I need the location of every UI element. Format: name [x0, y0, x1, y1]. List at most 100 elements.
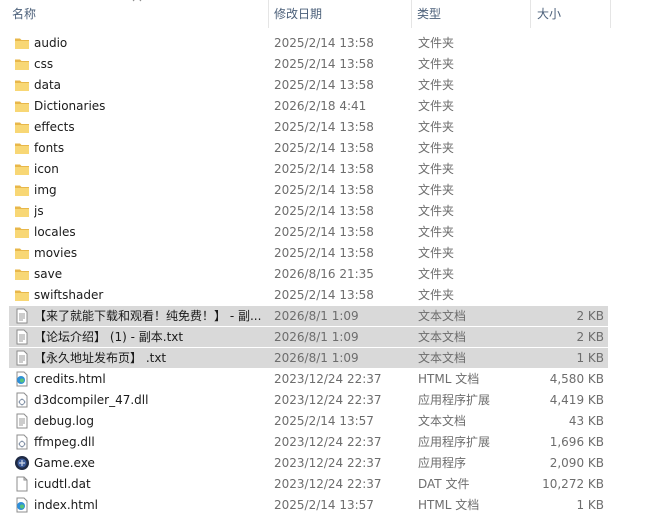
- file-name: swiftshader: [34, 288, 104, 302]
- file-name: fonts: [34, 141, 65, 155]
- file-name: icon: [34, 162, 59, 176]
- folder-icon: [14, 180, 30, 201]
- folder-icon: [14, 285, 30, 306]
- file-size: 2 KB: [576, 309, 604, 323]
- file-type: 文件夹: [418, 120, 455, 134]
- column-divider[interactable]: [268, 0, 269, 28]
- file-size: [530, 285, 604, 306]
- file-type: 文件夹: [418, 225, 455, 239]
- file-modified-date: 2025/2/14 13:58: [274, 204, 374, 218]
- file-size: [530, 75, 604, 96]
- file-row[interactable]: d3dcompiler_47.dll 2023/12/24 22:37 应用程序扩展…: [0, 390, 667, 411]
- file-name: movies: [34, 246, 78, 260]
- file-row[interactable]: debug.log 2025/2/14 13:57 文本文档 43 KB: [0, 411, 667, 432]
- file-type: HTML 文档: [418, 498, 480, 512]
- file-row[interactable]: audio 2025/2/14 13:58 文件夹: [0, 33, 667, 54]
- file-row[interactable]: 【永久地址发布页】 .txt 2026/8/1 1:09 文本文档 1 KB: [0, 348, 667, 369]
- file-type: 文件夹: [418, 36, 455, 50]
- file-size: 43 KB: [568, 414, 604, 428]
- file-type: 文件夹: [418, 78, 455, 92]
- file-row[interactable]: icudtl.dat 2023/12/24 22:37 DAT 文件 10,272 K…: [0, 474, 667, 495]
- file-name: locales: [34, 225, 76, 239]
- folder-icon: [14, 75, 30, 96]
- file-modified-date: 2025/2/14 13:58: [274, 141, 374, 155]
- file-row[interactable]: movies 2025/2/14 13:58 文件夹: [0, 243, 667, 264]
- column-header-size[interactable]: 大小: [533, 0, 609, 28]
- text-file-icon: [14, 306, 30, 327]
- column-header-name[interactable]: 名称: [8, 0, 270, 28]
- file-row[interactable]: 【来了就能下载和观看！纯免费！】 - 副... 2026/8/1 1:09 文本文档…: [0, 306, 667, 327]
- column-header-type[interactable]: 类型: [413, 0, 529, 28]
- edge-html-icon: [14, 495, 30, 516]
- file-name: d3dcompiler_47.dll: [34, 393, 149, 407]
- file-type: 文本文档: [418, 414, 467, 428]
- column-header-date[interactable]: 修改日期: [270, 0, 410, 28]
- folder-icon: [14, 159, 30, 180]
- file-row[interactable]: fonts 2025/2/14 13:58 文件夹: [0, 138, 667, 159]
- folder-icon: [14, 54, 30, 75]
- file-modified-date: 2023/12/24 22:37: [274, 456, 382, 470]
- file-modified-date: 2026/2/18 4:41: [274, 99, 367, 113]
- blank-file-icon: [14, 474, 30, 495]
- file-modified-date: 2025/2/14 13:58: [274, 183, 374, 197]
- file-name: 【永久地址发布页】 .txt: [34, 351, 167, 365]
- file-row[interactable]: 【论坛介绍】 (1) - 副本.txt 2026/8/1 1:09 文本文档 2 KB: [0, 327, 667, 348]
- file-size: [530, 138, 604, 159]
- file-size: [530, 96, 604, 117]
- file-size: [530, 222, 604, 243]
- file-modified-date: 2025/2/14 13:58: [274, 36, 374, 50]
- file-name: audio: [34, 36, 68, 50]
- file-list: audio 2025/2/14 13:58 文件夹 css 2025/2/14 13:5…: [0, 33, 667, 516]
- text-file-icon: [14, 348, 30, 369]
- file-type: DAT 文件: [418, 477, 470, 491]
- file-size: [530, 117, 604, 138]
- dll-file-icon: [14, 390, 30, 411]
- file-modified-date: 2025/2/14 13:58: [274, 78, 374, 92]
- file-size: 4,580 KB: [549, 372, 604, 386]
- file-name: Game.exe: [34, 456, 95, 470]
- file-row[interactable]: icon 2025/2/14 13:58 文件夹: [0, 159, 667, 180]
- column-divider[interactable]: [411, 0, 412, 28]
- folder-icon: [14, 264, 30, 285]
- file-row[interactable]: Game.exe 2023/12/24 22:37 应用程序 2,090 KB: [0, 453, 667, 474]
- text-file-icon: [14, 411, 30, 432]
- file-modified-date: 2025/2/14 13:58: [274, 57, 374, 71]
- file-type: 应用程序扩展: [418, 393, 491, 407]
- file-row[interactable]: ffmpeg.dll 2023/12/24 22:37 应用程序扩展 1,696 KB: [0, 432, 667, 453]
- file-row[interactable]: js 2025/2/14 13:58 文件夹: [0, 201, 667, 222]
- file-modified-date: 2026/8/1 1:09: [274, 309, 359, 323]
- file-size: [530, 159, 604, 180]
- file-name: css: [34, 57, 54, 71]
- file-row[interactable]: swiftshader 2025/2/14 13:58 文件夹: [0, 285, 667, 306]
- file-type: 应用程序扩展: [418, 435, 491, 449]
- file-row[interactable]: effects 2025/2/14 13:58 文件夹: [0, 117, 667, 138]
- folder-icon: [14, 33, 30, 54]
- folder-icon: [14, 201, 30, 222]
- column-divider[interactable]: [610, 0, 611, 28]
- file-type: 文本文档: [418, 351, 467, 365]
- file-type: 文件夹: [418, 246, 455, 260]
- file-size: [530, 264, 604, 285]
- file-size: 1 KB: [576, 351, 604, 365]
- file-row[interactable]: save 2026/8/16 21:35 文件夹: [0, 264, 667, 285]
- file-row[interactable]: locales 2025/2/14 13:58 文件夹: [0, 222, 667, 243]
- file-size: [530, 33, 604, 54]
- folder-icon: [14, 243, 30, 264]
- file-modified-date: 2025/2/14 13:58: [274, 288, 374, 302]
- file-modified-date: 2025/2/14 13:58: [274, 225, 374, 239]
- file-name: js: [34, 204, 44, 218]
- file-row[interactable]: credits.html 2023/12/24 22:37 HTML 文档 4,580…: [0, 369, 667, 390]
- file-name: 【来了就能下载和观看！纯免费！】 - 副...: [34, 309, 262, 323]
- file-size: 2,090 KB: [549, 456, 604, 470]
- file-size: 10,272 KB: [542, 477, 604, 491]
- file-row[interactable]: index.html 2025/2/14 13:57 HTML 文档 1 KB: [0, 495, 667, 516]
- file-name: ffmpeg.dll: [34, 435, 95, 449]
- file-row[interactable]: css 2025/2/14 13:58 文件夹: [0, 54, 667, 75]
- file-type: 文件夹: [418, 267, 455, 281]
- file-row[interactable]: img 2025/2/14 13:58 文件夹: [0, 180, 667, 201]
- file-row[interactable]: Dictionaries 2026/2/18 4:41 文件夹: [0, 96, 667, 117]
- file-modified-date: 2023/12/24 22:37: [274, 393, 382, 407]
- file-row[interactable]: data 2025/2/14 13:58 文件夹: [0, 75, 667, 96]
- file-type: 应用程序: [418, 456, 467, 470]
- column-divider[interactable]: [530, 0, 531, 28]
